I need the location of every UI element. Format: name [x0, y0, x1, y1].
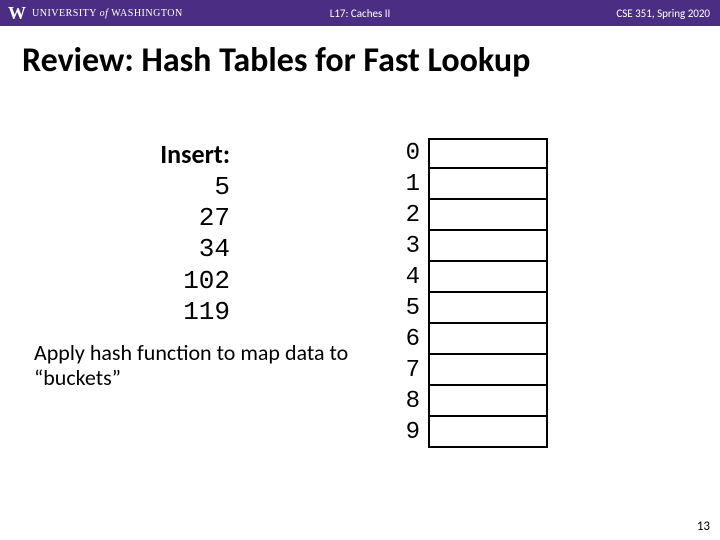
course-label: CSE 351, Spring 2020 — [616, 7, 710, 20]
bucket-row: 8 — [400, 386, 548, 417]
bucket-cell — [428, 293, 548, 324]
bucket-cell — [428, 324, 548, 355]
bucket-index: 4 — [400, 262, 428, 293]
insert-value: 5 — [40, 172, 230, 203]
bucket-row: 0 — [400, 138, 548, 169]
insert-values: 5 27 34 102 119 — [40, 172, 230, 328]
bucket-cell — [428, 200, 548, 231]
page-number: 13 — [697, 519, 710, 534]
insert-value: 102 — [40, 266, 230, 297]
bucket-row: 9 — [400, 417, 548, 448]
bucket-index: 8 — [400, 386, 428, 417]
bucket-cell — [428, 138, 548, 169]
caption-text: Apply hash function to map data to “buck… — [34, 340, 354, 391]
bucket-index: 1 — [400, 169, 428, 200]
bucket-index: 0 — [400, 138, 428, 169]
insert-value: 27 — [40, 203, 230, 234]
insert-label: Insert: — [40, 138, 230, 170]
bucket-row: 3 — [400, 231, 548, 262]
bucket-cell — [428, 262, 548, 293]
bucket-row: 1 — [400, 169, 548, 200]
bucket-index: 7 — [400, 355, 428, 386]
bucket-cell — [428, 417, 548, 448]
bucket-row: 5 — [400, 293, 548, 324]
bucket-index: 2 — [400, 200, 428, 231]
bucket-row: 2 — [400, 200, 548, 231]
university-name: UNIVERSITY of WASHINGTON — [32, 8, 183, 19]
bucket-index: 5 — [400, 293, 428, 324]
lecture-label: L17: Caches II — [330, 7, 391, 20]
bucket-cell — [428, 386, 548, 417]
bucket-row: 6 — [400, 324, 548, 355]
bucket-cell — [428, 231, 548, 262]
bucket-row: 4 — [400, 262, 548, 293]
header-bar: W UNIVERSITY of WASHINGTON L17: Caches I… — [0, 0, 720, 26]
bucket-index: 3 — [400, 231, 428, 262]
bucket-row: 7 — [400, 355, 548, 386]
bucket-cell — [428, 355, 548, 386]
bucket-index: 6 — [400, 324, 428, 355]
bucket-cell — [428, 169, 548, 200]
uw-logo: W UNIVERSITY of WASHINGTON — [8, 4, 183, 22]
insert-block: Insert: 5 27 34 102 119 — [40, 138, 230, 328]
slide: W UNIVERSITY of WASHINGTON L17: Caches I… — [0, 0, 720, 540]
insert-value: 34 — [40, 234, 230, 265]
uw-w-icon: W — [8, 4, 26, 22]
bucket-index: 9 — [400, 417, 428, 448]
insert-value: 119 — [40, 297, 230, 328]
bucket-table: 0 1 2 3 4 5 6 — [400, 138, 548, 448]
slide-title: Review: Hash Tables for Fast Lookup — [22, 40, 720, 81]
